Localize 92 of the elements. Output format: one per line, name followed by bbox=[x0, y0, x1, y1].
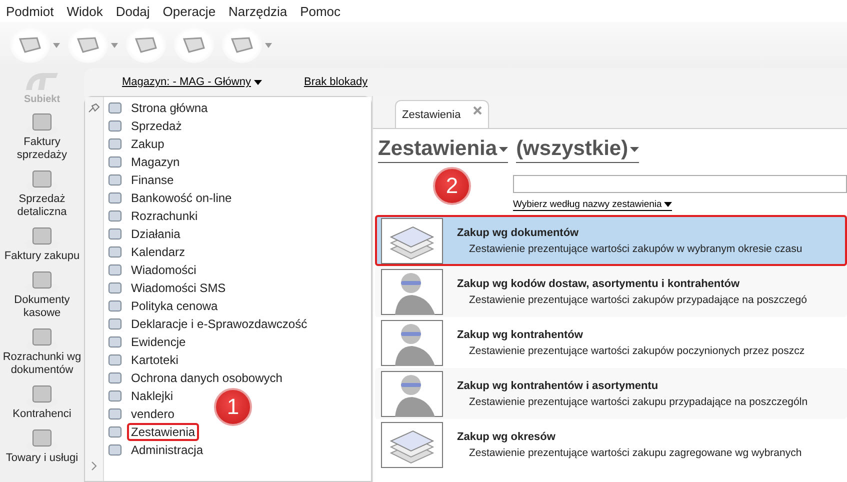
shortcut-button[interactable]: Rozrachunki wg dokumentów bbox=[1, 323, 83, 380]
report-description: Zestawienie prezentujące wartości zakupów przypadające na poszczegó bbox=[468, 294, 807, 306]
module-icon bbox=[107, 155, 123, 169]
module-icon bbox=[107, 119, 123, 133]
report-row[interactable]: Zakup wg dokumentów Zestawienie prezentujące wartości zakupów w wybranym okresie czasu bbox=[375, 215, 847, 266]
pin-icon[interactable] bbox=[88, 103, 100, 113]
search-mode-dropdown[interactable]: Wybierz według nazwy zestawienia bbox=[513, 199, 672, 211]
module-item[interactable]: Działania bbox=[104, 225, 184, 243]
module-icon bbox=[107, 263, 123, 277]
shortcut-button[interactable]: Faktury sprzedaży bbox=[1, 108, 83, 165]
shortcut-button[interactable]: Kontrahenci bbox=[1, 380, 83, 424]
module-item[interactable]: Kalendarz bbox=[104, 243, 190, 261]
module-item[interactable]: Naklejki bbox=[104, 387, 178, 405]
menu-item[interactable]: Pomoc bbox=[300, 4, 341, 18]
module-icon bbox=[107, 443, 123, 457]
module-item[interactable]: Bankowość on-line bbox=[104, 189, 236, 207]
caret-icon[interactable] bbox=[265, 42, 272, 48]
report-row[interactable]: Zakup wg okresów Zestawienie prezentujące wartości zakupu zagregowane wg wybranych bbox=[375, 419, 847, 470]
module-item[interactable]: Ewidencje bbox=[104, 333, 190, 351]
menu-item[interactable]: Operacje bbox=[162, 4, 216, 18]
warehouse-link[interactable]: Magazyn: - MAG - Główny bbox=[122, 76, 262, 88]
module-icon bbox=[107, 227, 123, 241]
module-icon bbox=[107, 299, 123, 313]
module-item[interactable]: Administracja bbox=[104, 441, 208, 459]
close-icon[interactable] bbox=[473, 106, 482, 115]
toolbar-icon bbox=[75, 34, 101, 56]
module-icon bbox=[107, 245, 123, 259]
caret-icon bbox=[630, 146, 640, 152]
category-dropdown[interactable]: Zestawienia bbox=[378, 137, 508, 163]
module-item[interactable]: vendero bbox=[104, 405, 178, 423]
chevron-icon[interactable] bbox=[90, 461, 98, 471]
menu-item[interactable]: Podmiot bbox=[6, 4, 54, 18]
caret-icon[interactable] bbox=[111, 42, 118, 48]
toolbar-icon bbox=[181, 34, 207, 56]
module-icon bbox=[107, 101, 123, 115]
tab[interactable]: Zestawienia bbox=[395, 100, 489, 128]
module-item[interactable]: Kartoteki bbox=[104, 351, 182, 369]
shortcut-button[interactable]: Dokumenty kasowe bbox=[1, 266, 83, 323]
report-row[interactable]: Zakup wg kontrahentów i asortymentu Zestawienie prezentujące wartości zakupu przypadające na poszczególn bbox=[375, 368, 847, 419]
report-description: Zestawienie prezentujące wartości zakupu zagregowane wg wybranych bbox=[468, 446, 802, 458]
module-item[interactable]: Ochrona danych osobowych bbox=[104, 369, 286, 387]
module-icon bbox=[107, 209, 123, 223]
module-icon bbox=[107, 371, 123, 385]
module-item[interactable]: Polityka cenowa bbox=[104, 297, 222, 315]
toolbar-icon bbox=[229, 34, 255, 56]
module-item[interactable]: Wiadomości bbox=[104, 261, 200, 279]
report-description: Zestawienie prezentujące wartości zakupów poczynionych przez poszcz bbox=[468, 344, 805, 356]
menu-item[interactable]: Dodaj bbox=[116, 4, 150, 18]
module-icon bbox=[107, 137, 123, 151]
app-name: Subiekt bbox=[24, 94, 60, 105]
report-title: Zakup wg dokumentów bbox=[457, 226, 579, 238]
module-icon bbox=[107, 353, 123, 367]
report-title: Zakup wg kontrahentów bbox=[457, 328, 583, 340]
report-title: Zakup wg okresów bbox=[457, 430, 556, 442]
lock-link[interactable]: Brak blokady bbox=[304, 76, 368, 88]
module-item[interactable]: Wiadomości SMS bbox=[104, 279, 230, 297]
report-description: Zestawienie prezentujące wartości zakupu przypadające na poszczególn bbox=[468, 396, 808, 408]
shortcut-button[interactable]: Faktury zakupu bbox=[1, 222, 83, 266]
shortcut-button[interactable]: Towary i usługi bbox=[1, 424, 83, 468]
caret-icon[interactable] bbox=[53, 42, 60, 48]
report-title: Zakup wg kontrahentów i asortymentu bbox=[457, 380, 658, 392]
caret-icon bbox=[664, 202, 672, 207]
module-icon bbox=[107, 173, 123, 187]
report-title: Zakup wg kodów dostaw, asortymentu i kontrahentów bbox=[457, 278, 740, 290]
module-icon bbox=[107, 425, 123, 439]
caret-icon bbox=[254, 80, 262, 84]
menu-item[interactable]: Narzędzia bbox=[228, 4, 288, 18]
module-icon bbox=[107, 335, 123, 349]
module-icon bbox=[107, 407, 123, 421]
menu-item[interactable]: Widok bbox=[66, 4, 103, 18]
module-icon bbox=[107, 389, 123, 403]
module-item[interactable]: Strona główna bbox=[104, 99, 212, 117]
module-item[interactable]: Rozrachunki bbox=[104, 207, 202, 225]
module-icon bbox=[107, 317, 123, 331]
toolbar-icon bbox=[17, 34, 43, 56]
filter-dropdown[interactable]: (wszystkie) bbox=[516, 137, 640, 163]
report-row[interactable]: Zakup wg kodów dostaw, asortymentu i kontrahentów Zestawienie prezentujące wartości zakupów przypadające na poszczegó bbox=[375, 266, 847, 317]
shortcut-button[interactable]: Sprzedaż detaliczna bbox=[1, 165, 83, 222]
callout-badge: 2 bbox=[433, 167, 471, 205]
module-item[interactable]: Magazyn bbox=[104, 153, 184, 171]
module-icon bbox=[107, 281, 123, 295]
module-item[interactable]: Zakup bbox=[104, 135, 168, 153]
module-icon bbox=[107, 191, 123, 205]
module-item[interactable]: Finanse bbox=[104, 171, 178, 189]
report-description: Zestawienie prezentujące wartości zakupów w wybranym okresie czasu bbox=[468, 242, 802, 254]
module-item[interactable]: Sprzedaż bbox=[104, 117, 186, 135]
module-item[interactable]: Deklaracje i e-Sprawozdawczość bbox=[104, 315, 312, 333]
search-field[interactable] bbox=[513, 175, 847, 193]
caret-icon bbox=[499, 146, 508, 152]
report-row[interactable]: Zakup wg kontrahentów Zestawienie prezentujące wartości zakupów poczynionych przez poszcz bbox=[375, 317, 847, 368]
callout-badge: 1 bbox=[214, 388, 252, 426]
toolbar-icon bbox=[133, 34, 159, 56]
